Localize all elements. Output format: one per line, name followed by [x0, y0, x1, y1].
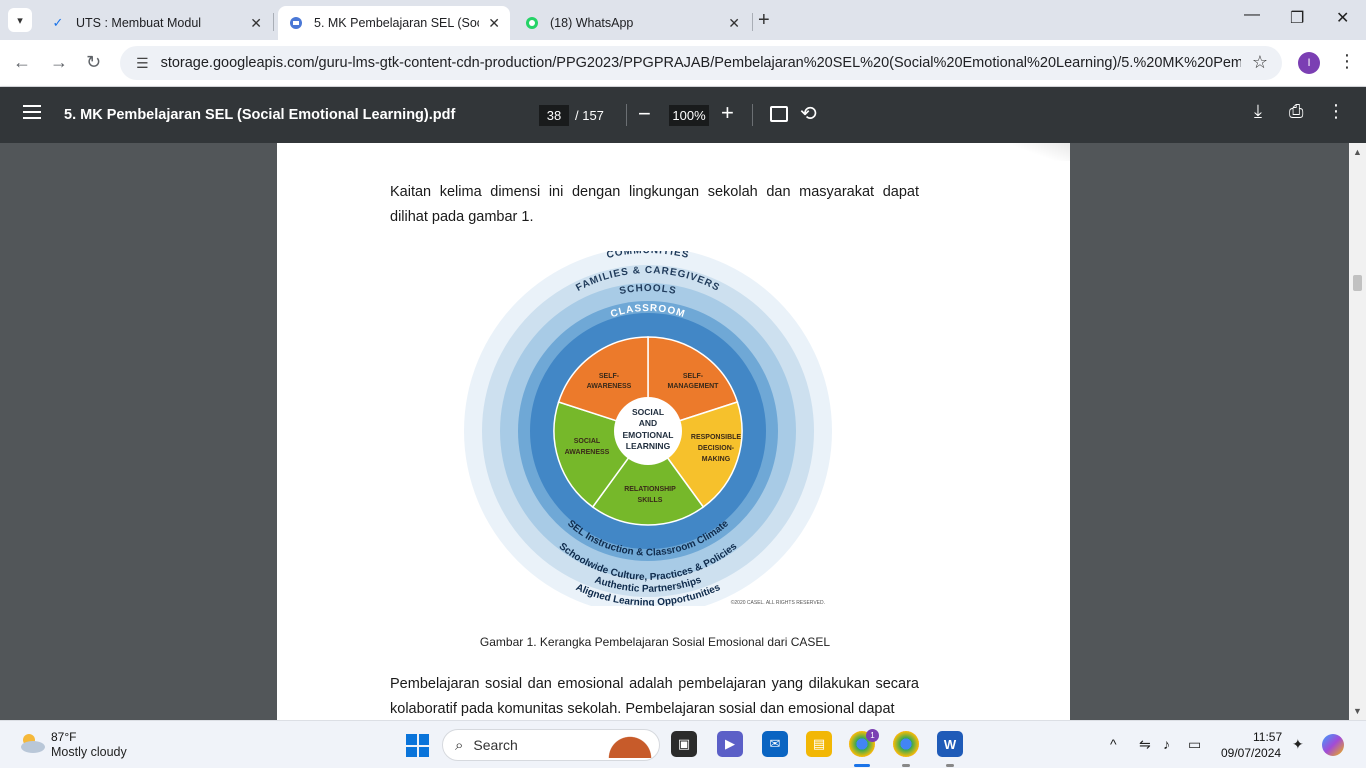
url-omnibox[interactable]: ☰ storage.googleapis.com/guru-lms-gtk-co…: [120, 46, 1282, 80]
page-decoration: [1010, 143, 1070, 161]
tab-uts[interactable]: ✓ UTS : Membuat Modul ✕: [40, 6, 272, 40]
center-text: SOCIAL: [632, 407, 664, 417]
taskbar: 87°F Mostly cloudy ⌕ Search ▣ ▶ ✉ ▤ 1 W …: [0, 720, 1366, 768]
tab-pdf[interactable]: 5. MK Pembelajaran SEL (Social ✕: [278, 6, 510, 40]
meet-icon[interactable]: ▶: [717, 731, 743, 757]
clock-time[interactable]: 11:57: [1253, 730, 1282, 744]
tab-strip: ▾ ✓ UTS : Membuat Modul ✕ 5. MK Pembelaj…: [0, 0, 1366, 40]
battery-icon[interactable]: ▭: [1188, 736, 1201, 753]
pdf-tab-icon: [288, 15, 304, 31]
copyright-text: ©2020 CASEL. ALL RIGHTS RESERVED.: [731, 599, 825, 606]
toolbar-divider: [752, 104, 753, 126]
tab-divider: [273, 13, 274, 31]
notification-bell-icon[interactable]: ✦: [1292, 736, 1304, 753]
profile-avatar[interactable]: I: [1298, 52, 1320, 74]
taskbar-search[interactable]: ⌕ Search: [442, 729, 660, 761]
new-tab-icon[interactable]: +: [758, 9, 770, 32]
segment-label: AWARENESS: [587, 383, 632, 390]
clock-date[interactable]: 09/07/2024: [1221, 746, 1281, 760]
segment-label: RELATIONSHIP: [624, 486, 676, 493]
fit-page-icon[interactable]: [770, 106, 788, 122]
zoom-in-icon[interactable]: +: [721, 100, 734, 126]
restore-icon[interactable]: ❐: [1290, 8, 1304, 28]
file-explorer-icon[interactable]: ▤: [806, 731, 832, 757]
volume-icon[interactable]: ♪: [1163, 736, 1170, 752]
vertical-scrollbar[interactable]: ▲ ▼: [1349, 143, 1366, 720]
zoom-input[interactable]: 100%: [669, 105, 709, 126]
casel-framework-figure: SOCIAL AND EMOTIONAL LEARNING SELF- AWAR…: [464, 251, 832, 606]
zoom-out-icon[interactable]: −: [638, 101, 651, 127]
show-hidden-icons-icon[interactable]: ^: [1110, 736, 1117, 752]
paragraph: Pembelajaran sosial dan emosional adalah…: [390, 676, 919, 717]
reload-icon[interactable]: ↻: [86, 52, 101, 73]
forward-icon[interactable]: →: [50, 52, 68, 73]
tab-divider: [752, 13, 753, 31]
chevron-down-icon: ▾: [17, 14, 23, 27]
scroll-down-icon[interactable]: ▼: [1353, 706, 1362, 716]
tab-search-button[interactable]: ▾: [8, 8, 32, 32]
scroll-up-icon[interactable]: ▲: [1353, 147, 1362, 157]
segment-label: SELF-: [683, 373, 704, 380]
segment-label: SOCIAL: [574, 438, 601, 445]
segment-label: SKILLS: [638, 497, 663, 504]
address-bar: ← → ↻ ☰ storage.googleapis.com/guru-lms-…: [0, 40, 1366, 87]
chrome-profile-icon[interactable]: [893, 731, 919, 757]
site-info-icon[interactable]: ☰: [136, 55, 149, 72]
notification-badge-icon: 1: [866, 729, 879, 742]
pdf-viewport[interactable]: Kaitan kelima dimensi ini dengan lingkun…: [0, 143, 1366, 720]
segment-label: RESPONSIBLE: [691, 434, 742, 441]
close-tab-icon[interactable]: ✕: [728, 15, 740, 32]
close-tab-icon[interactable]: ✕: [488, 15, 500, 32]
app-indicator: [902, 764, 910, 767]
search-label: Search: [473, 737, 518, 753]
task-view-icon[interactable]: ▣: [671, 731, 697, 757]
center-text: LEARNING: [626, 441, 671, 451]
rotate-icon[interactable]: ⟲: [800, 101, 817, 126]
segment-label: MANAGEMENT: [668, 383, 720, 390]
check-logo-icon: ✓: [52, 15, 64, 30]
pdf-toolbar: 5. MK Pembelajaran SEL (Social Emotional…: [0, 87, 1366, 143]
pdf-title: 5. MK Pembelajaran SEL (Social Emotional…: [64, 107, 456, 123]
figure-caption: Gambar 1. Kerangka Pembelajaran Sosial E…: [479, 635, 831, 649]
print-icon[interactable]: ⎙: [1289, 101, 1303, 122]
copilot-icon[interactable]: [1322, 734, 1344, 756]
segment-label: AWARENESS: [565, 449, 610, 456]
scroll-thumb[interactable]: [1353, 275, 1362, 291]
browser-menu-icon[interactable]: ⋮: [1338, 51, 1356, 72]
cloud-weather-icon[interactable]: [18, 732, 46, 754]
back-icon[interactable]: ←: [13, 52, 31, 73]
pdf-page: Kaitan kelima dimensi ini dengan lingkun…: [277, 143, 1070, 720]
word-icon[interactable]: W: [937, 731, 963, 757]
url-text[interactable]: storage.googleapis.com/guru-lms-gtk-cont…: [161, 55, 1241, 71]
toolbar-divider: [626, 104, 627, 126]
center-text: EMOTIONAL: [623, 430, 674, 440]
app-indicator: [946, 764, 954, 767]
close-window-icon[interactable]: ✕: [1336, 8, 1349, 28]
segment-label: SELF-: [599, 373, 620, 380]
download-icon[interactable]: ⤓: [1254, 101, 1262, 122]
weather-temperature[interactable]: 87°F: [51, 730, 76, 744]
paragraph: Kaitan kelima dimensi ini dengan lingkun…: [390, 184, 919, 225]
page-number-input[interactable]: 38: [539, 105, 569, 126]
mail-icon[interactable]: ✉: [762, 731, 788, 757]
network-icon[interactable]: ⇋: [1139, 736, 1151, 753]
tab-whatsapp[interactable]: (18) WhatsApp ✕: [514, 6, 750, 40]
menu-icon[interactable]: [23, 105, 41, 119]
segment-label: MAKING: [702, 456, 731, 463]
whatsapp-icon: [524, 15, 540, 31]
search-highlight-icon: [607, 732, 653, 758]
more-actions-icon[interactable]: ⋮: [1327, 101, 1345, 122]
page-total: / 157: [575, 108, 604, 123]
search-icon: ⌕: [455, 736, 464, 754]
bookmark-star-icon[interactable]: ☆: [1252, 52, 1268, 73]
segment-label: DECISION-: [698, 445, 735, 452]
center-text: AND: [639, 418, 657, 428]
windows-start-icon[interactable]: [406, 734, 429, 757]
active-app-indicator: [854, 764, 870, 767]
minimize-icon[interactable]: —: [1244, 6, 1260, 24]
close-tab-icon[interactable]: ✕: [250, 15, 262, 32]
weather-description[interactable]: Mostly cloudy: [51, 745, 127, 759]
